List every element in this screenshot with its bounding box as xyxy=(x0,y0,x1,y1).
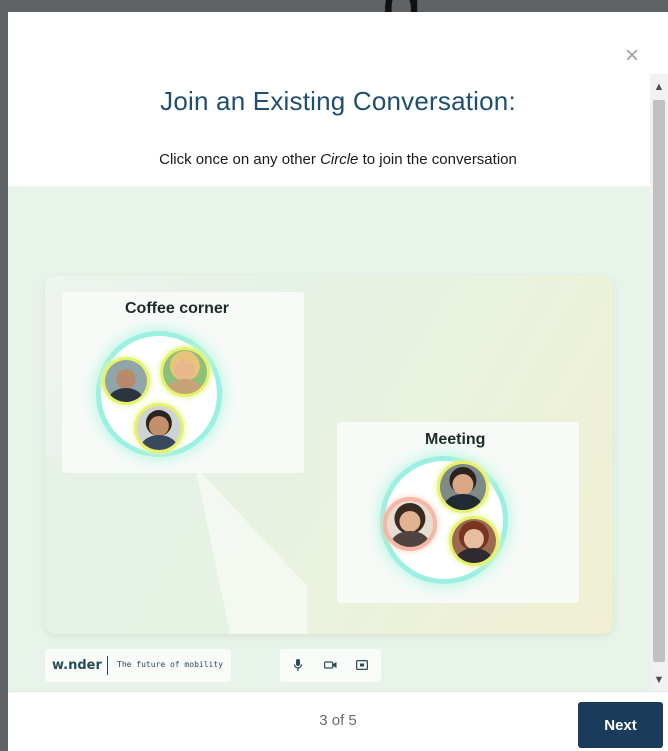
room-meeting[interactable]: Meeting xyxy=(337,422,579,603)
close-icon[interactable]: × xyxy=(625,44,639,68)
scroll-up-icon[interactable]: ▲ xyxy=(650,78,668,96)
screen-share-icon[interactable] xyxy=(356,660,368,670)
brand-bar: w.nder The future of mobility xyxy=(45,649,231,682)
modal-footer: 3 of 5 Next xyxy=(8,691,668,751)
room-coffee-corner[interactable]: Coffee corner xyxy=(62,292,304,473)
modal-subtitle: Click once on any other Circle to join t… xyxy=(8,151,668,168)
subtitle-emphasis: Circle xyxy=(320,151,359,168)
avatar xyxy=(452,519,496,563)
scroll-thumb[interactable] xyxy=(653,100,665,662)
room-title: Coffee corner xyxy=(125,300,230,317)
avatar xyxy=(105,360,147,402)
illustration-preview: Coffee corner Meeting w.nder The future … xyxy=(8,186,650,691)
brand-logo: w.nder xyxy=(52,658,102,673)
modal-title: Join an Existing Conversation: xyxy=(160,86,516,116)
onboarding-modal: × Join an Existing Conversation: Click o… xyxy=(8,12,668,751)
conversation-circle[interactable] xyxy=(385,461,503,579)
avatar xyxy=(137,406,181,450)
microphone-icon[interactable] xyxy=(293,659,303,672)
step-progress: 3 of 5 xyxy=(319,712,357,729)
avatar xyxy=(163,350,207,394)
avatar xyxy=(387,501,433,547)
scroll-down-icon[interactable]: ▼ xyxy=(650,671,668,689)
modal-scrollbar[interactable]: ▲ ▼ xyxy=(650,74,668,691)
next-button[interactable]: Next xyxy=(578,702,663,748)
media-controls xyxy=(280,649,381,682)
brand-divider xyxy=(107,656,108,675)
conversation-circle[interactable] xyxy=(101,336,217,452)
subtitle-text-start: Click once on any other xyxy=(159,151,321,168)
avatar xyxy=(440,464,486,510)
room-title: Meeting xyxy=(425,431,486,448)
subtitle-text-end: to join the conversation xyxy=(358,151,517,168)
camera-icon[interactable] xyxy=(324,660,337,670)
virtual-space-stage: Coffee corner Meeting xyxy=(45,276,613,634)
brand-tagline: The future of mobility xyxy=(117,660,223,669)
